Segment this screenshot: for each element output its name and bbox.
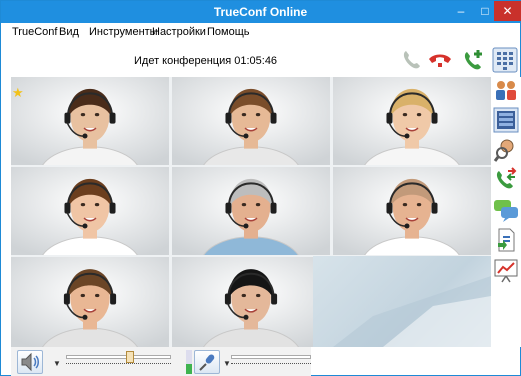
video-tile[interactable] bbox=[172, 167, 330, 255]
speaker-volume-slider[interactable] bbox=[66, 350, 171, 372]
video-tile[interactable] bbox=[11, 167, 169, 255]
participant-6-video bbox=[333, 167, 491, 255]
minimize-button[interactable]: – bbox=[449, 1, 473, 21]
favorite-star-icon: ★ bbox=[12, 85, 24, 100]
video-tile[interactable] bbox=[172, 257, 330, 347]
participant-5-video bbox=[172, 167, 330, 255]
menu-trueconf[interactable]: TrueConf bbox=[12, 26, 57, 38]
menu-help[interactable]: Помощь bbox=[207, 26, 250, 38]
microphone-icon bbox=[199, 354, 215, 371]
participant-2-video bbox=[172, 77, 330, 165]
participant-3-video bbox=[333, 77, 491, 165]
chat-icon[interactable] bbox=[493, 197, 519, 223]
video-tile[interactable]: ★ bbox=[11, 77, 169, 165]
dialpad-icon[interactable] bbox=[492, 47, 518, 73]
add-call-icon[interactable] bbox=[461, 47, 487, 73]
menu-settings[interactable]: Настройки bbox=[152, 26, 206, 38]
participant-7-video bbox=[11, 257, 169, 347]
window-title: TrueConf Online bbox=[213, 5, 308, 19]
mic-level-fill bbox=[186, 364, 192, 374]
call-transfer-icon[interactable] bbox=[493, 167, 519, 193]
mic-dropdown-icon[interactable]: ▼ bbox=[223, 359, 231, 368]
microphone-button[interactable] bbox=[194, 350, 220, 374]
participant-8-video bbox=[172, 257, 330, 347]
speaker-button[interactable] bbox=[17, 350, 43, 374]
menu-tools[interactable]: Инструменты bbox=[89, 26, 158, 38]
side-toolbar bbox=[491, 77, 521, 347]
mic-level-meter bbox=[186, 350, 192, 374]
title-bar[interactable]: TrueConf Online – □ ✕ bbox=[1, 1, 521, 23]
hang-up-icon[interactable] bbox=[427, 47, 453, 73]
speaker-dropdown-icon[interactable]: ▼ bbox=[53, 359, 61, 368]
mic-slider-ticks bbox=[231, 363, 311, 367]
whiteboard-icon[interactable] bbox=[493, 257, 519, 283]
video-layout-icon[interactable] bbox=[493, 107, 519, 133]
trueconf-window: TrueConf Online – □ ✕ TrueConf Вид Инстр… bbox=[0, 0, 521, 376]
conference-bar: Идет конференция 01:05:46 bbox=[1, 41, 520, 77]
speaker-slider-thumb[interactable] bbox=[126, 351, 135, 363]
audio-controls: ▼ ▼ bbox=[11, 347, 311, 376]
speaker-slider-track bbox=[66, 355, 171, 359]
menu-view[interactable]: Вид bbox=[59, 26, 79, 38]
phone-icon[interactable] bbox=[399, 47, 425, 73]
file-transfer-icon[interactable] bbox=[493, 227, 519, 253]
conference-status: Идет конференция 01:05:46 bbox=[134, 55, 278, 67]
video-tile[interactable] bbox=[333, 77, 491, 165]
speaker-icon bbox=[21, 352, 39, 372]
participant-1-video bbox=[11, 77, 169, 165]
speaker-slider-ticks bbox=[66, 363, 171, 367]
video-tile[interactable] bbox=[333, 167, 491, 255]
participant-4-video bbox=[11, 167, 169, 255]
background-graphic bbox=[333, 276, 491, 347]
mic-slider-track bbox=[231, 355, 311, 359]
close-button[interactable]: ✕ bbox=[494, 1, 521, 21]
menu-bar: TrueConf Вид Инструменты Настройки Помощ… bbox=[1, 23, 520, 41]
video-tile[interactable] bbox=[11, 257, 169, 347]
empty-video-area bbox=[313, 256, 491, 347]
contacts-icon[interactable] bbox=[493, 77, 519, 103]
mic-volume-slider[interactable] bbox=[231, 350, 311, 372]
video-tile[interactable] bbox=[172, 77, 330, 165]
search-user-icon[interactable] bbox=[493, 137, 519, 163]
